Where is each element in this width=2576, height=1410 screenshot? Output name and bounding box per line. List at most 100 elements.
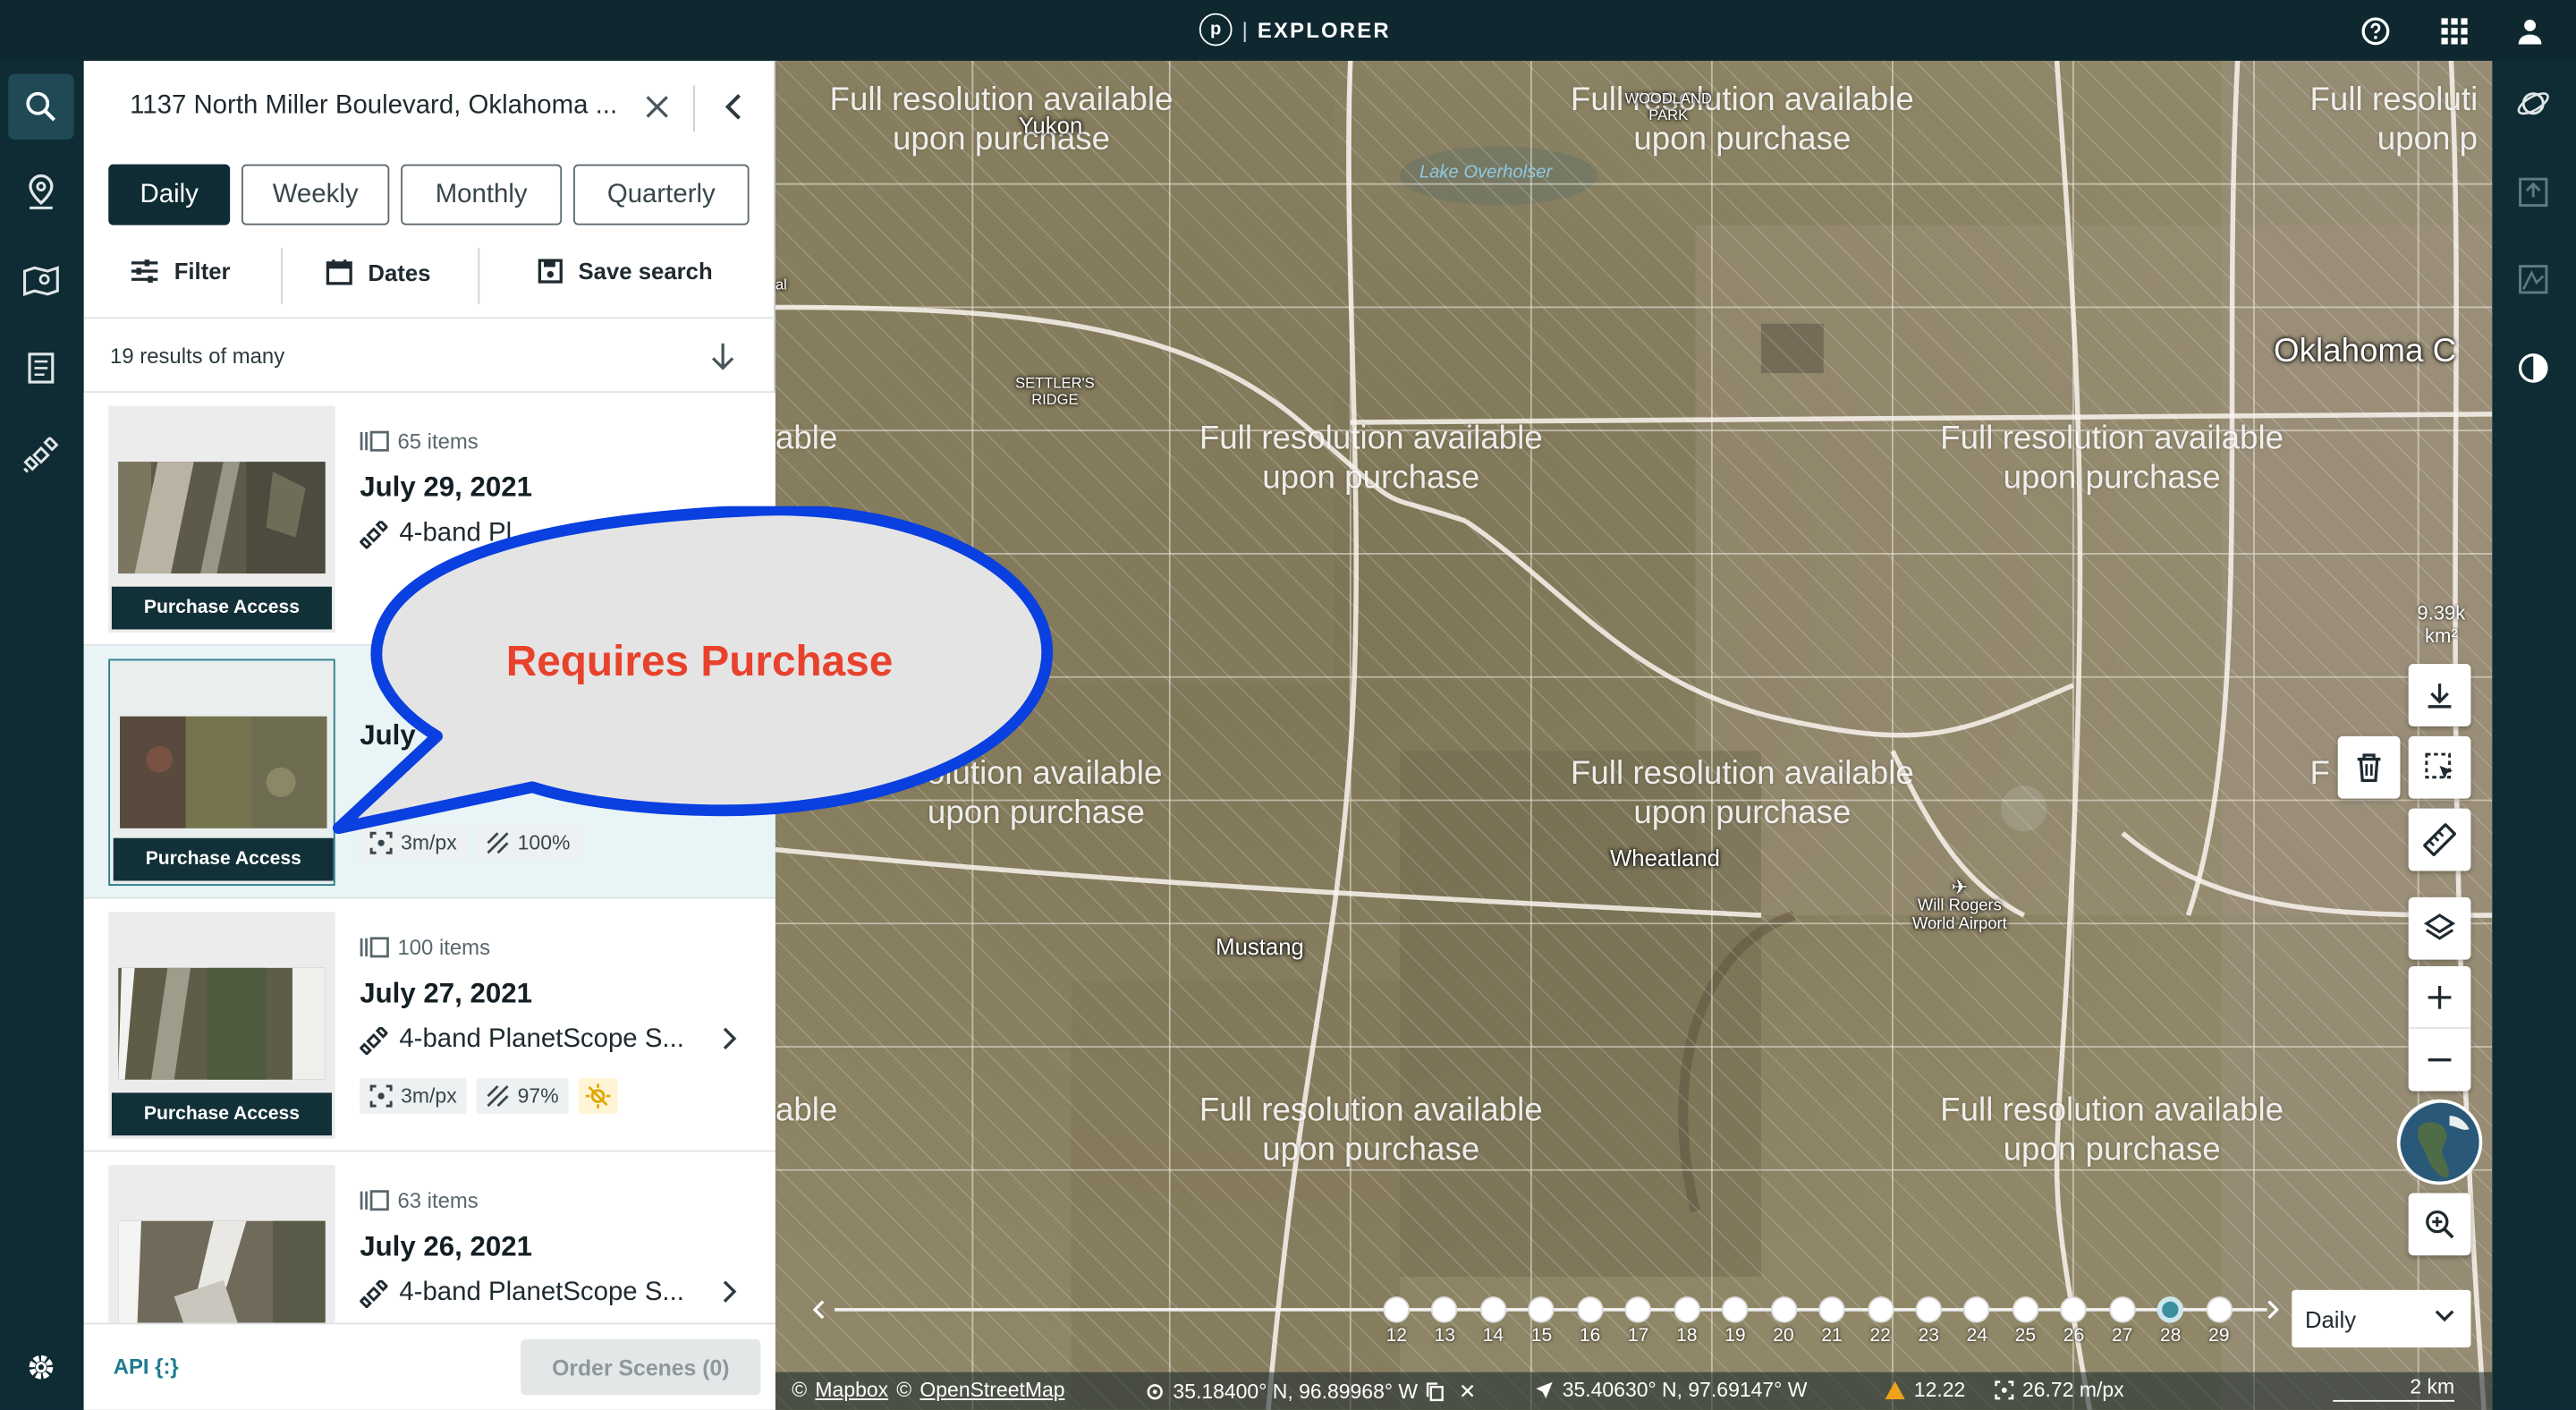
chevron-down-icon [2435,1310,2454,1322]
item-product-name: 4-band PlanetScope S... [399,1025,684,1054]
timeline-day-label: 18 [1675,1326,1698,1346]
tab-weekly[interactable]: Weekly [241,164,390,225]
mapbox-link[interactable]: Mapbox [815,1379,888,1402]
place-label-fragment: al [775,276,787,293]
purchase-overlay-label: Full resolution available upon purchase [1199,1092,1543,1168]
timeline-day-dot[interactable] [1576,1296,1604,1323]
user-account-icon[interactable] [2513,15,2546,48]
timeline-day-label: 12 [1385,1326,1407,1346]
timeline-day-dot[interactable] [1528,1296,1555,1323]
item-product: 4-band PlanetScope S... [360,1278,684,1308]
timeline-day-dot[interactable] [1383,1296,1410,1323]
openstreetmap-link[interactable]: OpenStreetMap [919,1379,1064,1402]
satellite-icon[interactable] [8,422,73,488]
location-pin-icon[interactable] [8,159,73,225]
settings-icon[interactable] [8,1334,73,1399]
brand[interactable]: p | EXPLORER [1199,13,1391,47]
stack-icon [360,430,389,452]
select-area-icon[interactable] [2408,735,2471,799]
sort-arrow-down-icon[interactable] [705,338,741,374]
copy-icon[interactable] [1426,1381,1444,1401]
result-item[interactable]: Purchase Access 100 items July 27, 2021 … [83,898,775,1152]
globe-view-icon[interactable] [2396,1099,2483,1185]
terrain-icon[interactable] [2501,247,2566,312]
stack-icon [360,937,389,958]
timeline-day-dot[interactable] [1915,1296,1942,1323]
item-product: 4-band PlanetScope S... [360,1025,684,1055]
zoom-out-icon[interactable] [2409,1029,2471,1091]
timeline-day-dot[interactable] [1818,1296,1845,1323]
timeline-day-label: 24 [1966,1326,1988,1346]
timeline-day-dot[interactable] [1674,1296,1700,1323]
measure-ruler-icon[interactable] [2408,808,2471,871]
zoom-controls [2408,965,2471,1091]
results-count: 19 results of many [110,343,285,369]
center-coordinates-text: 35.40630° N, 97.69147° W [1562,1379,1808,1402]
tab-quarterly[interactable]: Quarterly [573,164,750,225]
coverage-hatch-icon [487,1085,509,1108]
warning-value: 12.22 [1913,1379,1966,1402]
clear-search-icon[interactable] [640,90,674,123]
timeline-day-dot[interactable] [2060,1296,2088,1323]
copyright-symbol: © [896,1379,912,1402]
search-icon[interactable] [8,73,74,140]
order-scenes-button[interactable]: Order Scenes (0) [521,1338,761,1396]
scene-thumbnail: Purchase Access [108,405,335,633]
timeline-day-dot[interactable] [2206,1296,2233,1323]
panel-footer: API {:} Order Scenes (0) [83,1322,775,1410]
timeline-day-dot[interactable] [2108,1296,2136,1323]
notebook-icon[interactable] [8,336,73,401]
filter-button[interactable]: Filter [130,258,231,285]
zoom-in-icon[interactable] [2408,966,2471,1029]
scale-bar: 2 km [2333,1375,2455,1402]
timeline-day-dot[interactable] [1624,1296,1652,1323]
export-icon[interactable] [2501,159,2566,225]
tab-daily[interactable]: Daily [108,164,231,225]
save-disk-icon [538,259,563,284]
scene-thumbnail [108,1165,335,1323]
timeline-day-label: 29 [2208,1326,2230,1346]
timeline-day-dot[interactable] [1431,1296,1458,1323]
saved-map-icon[interactable] [8,248,73,313]
interval-select[interactable]: Daily [2292,1289,2471,1348]
timeline-day-dot[interactable] [2157,1296,2184,1323]
purchase-overlay-label: Full resolution available upon purchase [1940,420,2284,497]
layers-icon[interactable] [2408,896,2471,960]
purchase-access-button[interactable]: Purchase Access [111,586,333,630]
search-input[interactable]: 1137 North Miller Boulevard, Oklahoma ..… [130,92,617,122]
cursor-coordinates-text: 35.18400° N, 96.89968° W [1173,1379,1419,1403]
help-icon[interactable] [2360,15,2393,48]
apps-grid-icon[interactable] [2438,15,2471,48]
timeline-day-dot[interactable] [2012,1296,2039,1323]
purchase-access-button[interactable]: Purchase Access [113,837,334,881]
timeline-prev-icon[interactable] [809,1294,832,1327]
purchase-access-button[interactable]: Purchase Access [111,1092,333,1136]
action-divider [281,248,283,304]
close-icon[interactable]: ✕ [1459,1379,1476,1404]
timeline-slider[interactable]: 12 13 14 15 16 17 18 19 20 21 22 23 24 25 26 27 28 29 [809,1285,2287,1350]
chevron-right-icon[interactable] [716,1275,742,1308]
purchase-overlay-label: able [775,420,838,457]
tab-monthly[interactable]: Monthly [401,164,563,225]
api-link[interactable]: API {:} [114,1354,179,1379]
globe-orbit-icon[interactable] [2501,71,2566,136]
timeline-day-label: 19 [1724,1326,1746,1346]
download-icon[interactable] [2408,664,2471,726]
result-item[interactable]: 63 items July 26, 2021 4-band PlanetScop… [83,1151,775,1323]
place-label-oklahoma-city: Oklahoma C [2274,333,2457,370]
zoom-to-area-icon[interactable] [2408,1193,2471,1256]
collapse-panel-icon[interactable] [718,90,751,123]
timeline-day-dot[interactable] [1963,1296,1991,1323]
save-search-button[interactable]: Save search [538,258,713,285]
delete-aoi-icon[interactable] [2337,735,2401,799]
timeline-next-icon[interactable] [2260,1294,2284,1327]
timeline-day-dot[interactable] [1867,1296,1894,1323]
stack-icon [360,1190,389,1211]
timeline-day-dot[interactable] [1479,1296,1507,1323]
purchase-overlay-label: F [2309,755,2330,793]
timeline-day-dot[interactable] [1770,1296,1797,1323]
timeline-day-dot[interactable] [1722,1296,1749,1323]
dates-button[interactable]: Dates [326,258,430,285]
chevron-right-icon[interactable] [716,1022,742,1055]
contrast-icon[interactable] [2501,336,2566,401]
